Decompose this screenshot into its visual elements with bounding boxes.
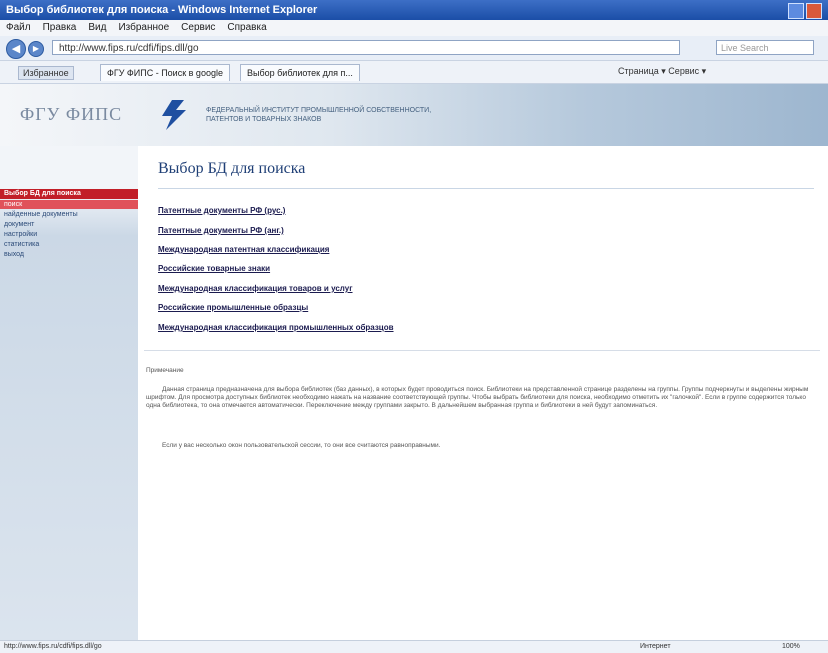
db-link-nice-classification[interactable]: Международная классификация товаров и ус… [158,284,353,293]
sidebar-header: Выбор БД для поиска [0,189,138,199]
tab-active[interactable]: Выбор библиотек для п... [240,64,360,81]
sidebar-item-exit[interactable]: выход [0,250,138,259]
note-label: Примечание [146,367,184,374]
navigation-bar: ◀ ▶ http://www.fips.ru/cdfi/fips.dll/go … [0,36,828,61]
menu-favorites[interactable]: Избранное [118,20,169,36]
sidebar-item-document[interactable]: документ [0,220,138,229]
favorites-button[interactable]: Избранное [18,66,74,80]
sidebar-item-search[interactable]: поиск [0,200,138,209]
db-link-locarno-classification[interactable]: Международная классификация промышленных… [158,323,394,332]
sidebar-item-found-documents[interactable]: найденные документы [0,210,138,219]
menu-bar: Файл Правка Вид Избранное Сервис Справка [0,20,828,36]
address-bar[interactable]: http://www.fips.ru/cdfi/fips.dll/go [52,40,680,55]
sidebar-item-statistics[interactable]: статистика [0,240,138,249]
db-link-patents-en[interactable]: Патентные документы РФ (анг.) [158,226,284,235]
db-link-industrial-designs[interactable]: Российские промышленные образцы [158,303,308,312]
status-zone: Интернет [640,643,671,650]
menu-help[interactable]: Справка [227,20,266,36]
site-logo-text: ФГУ ФИПС [20,104,123,124]
search-input[interactable]: Live Search [716,40,814,55]
sidebar: Выбор БД для поиска поиск найденные доку… [0,146,138,640]
menu-file[interactable]: Файл [6,20,31,36]
db-link-trademarks[interactable]: Российские товарные знаки [158,264,270,273]
db-link-ipc[interactable]: Международная патентная классификация [158,245,329,254]
window-title: Выбор библиотек для поиска - Windows Int… [6,4,318,16]
org-name: ФЕДЕРАЛЬНЫЙ ИНСТИТУТ ПРОМЫШЛЕННОЙ СОБСТВ… [206,107,432,123]
zoom-level[interactable]: 100% [782,641,800,653]
close-button[interactable] [806,3,822,19]
forward-icon[interactable]: ▶ [28,41,44,57]
note-divider [144,350,820,351]
title-divider [158,188,814,189]
note-text-sessions: Если у вас несколько окон пользовательск… [162,442,441,449]
status-bar: http://www.fips.ru/cdfi/fips.dll/go Инте… [0,640,828,653]
menu-edit[interactable]: Правка [43,20,77,36]
page-title: Выбор БД для поиска [158,160,306,177]
menu-view[interactable]: Вид [88,20,106,36]
toolbar-tools[interactable]: Страница ▾ Сервис ▾ [618,66,706,77]
sidebar-item-settings[interactable]: настройки [0,230,138,239]
tab-bar: Избранное ФГУ ФИПС - Поиск в google Выбо… [0,61,828,84]
tab-google[interactable]: ФГУ ФИПС - Поиск в google [100,64,230,81]
status-url: http://www.fips.ru/cdfi/fips.dll/go [4,643,102,650]
site-logo-icon [162,100,186,130]
back-icon[interactable]: ◀ [6,39,26,59]
db-link-patents-ru[interactable]: Патентные документы РФ (рус.) [158,206,285,215]
site-header: ФГУ ФИПС ФЕДЕРАЛЬНЫЙ ИНСТИТУТ ПРОМЫШЛЕНН… [0,84,828,147]
window-titlebar: Выбор библиотек для поиска - Windows Int… [0,0,828,20]
main-content: Выбор БД для поиска Патентные документы … [138,146,828,640]
menu-tools[interactable]: Сервис [181,20,215,36]
note-text: Данная страница предназначена для выбора… [146,386,809,409]
minimize-button[interactable] [788,3,804,19]
